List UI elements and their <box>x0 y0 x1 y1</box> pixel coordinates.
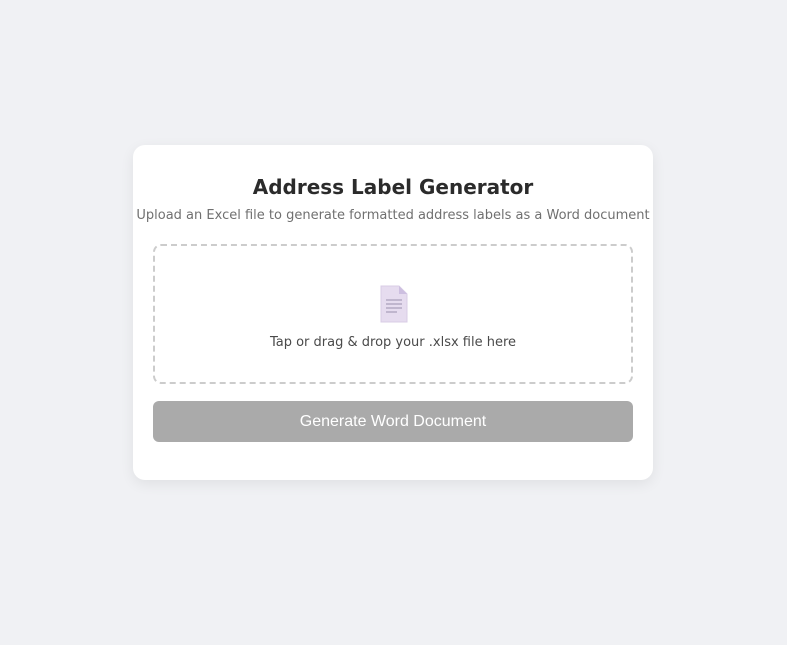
dropzone-prompt: Tap or drag & drop your .xlsx file here <box>269 335 517 350</box>
file-dropzone[interactable]: Tap or drag & drop your .xlsx file here <box>153 244 633 384</box>
page-subtitle: Upload an Excel file to generate formatt… <box>136 208 650 223</box>
page-title: Address Label Generator <box>252 175 534 199</box>
upload-card: Address Label Generator Upload an Excel … <box>133 145 653 480</box>
document-icon <box>379 285 409 323</box>
generate-word-document-button[interactable]: Generate Word Document <box>153 401 633 442</box>
